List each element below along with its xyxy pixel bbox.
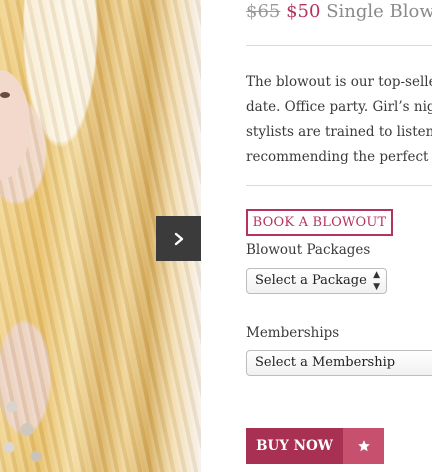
packages-label: Blowout Packages [246, 242, 371, 258]
memberships-label: Memberships [246, 325, 340, 341]
gallery-next-button[interactable] [156, 216, 201, 261]
description-line: The blowout is our top-seller [246, 74, 432, 90]
divider [246, 45, 432, 46]
package-select-value: Select a Package [255, 273, 367, 288]
description-line: stylists are trained to listen fi [246, 124, 432, 140]
old-price: $65 [246, 1, 281, 22]
membership-select-value: Select a Membership [255, 355, 396, 370]
book-blowout-button[interactable]: BOOK A BLOWOUT [246, 209, 393, 236]
wishlist-button[interactable] [343, 428, 384, 464]
product-description: The blowout is our top-seller date. Offi… [246, 70, 432, 170]
necklace [0, 380, 60, 470]
chevron-right-icon [174, 232, 183, 245]
sale-price: $50 [286, 1, 321, 22]
divider [246, 185, 432, 186]
buy-now-button[interactable]: BUY NOW [246, 428, 343, 464]
model-eye [0, 92, 10, 98]
product-name: Single Blowo [326, 1, 432, 22]
description-line: recommending the perfect st [246, 149, 432, 165]
description-line: date. Office party. Girl’s nigh [246, 99, 432, 115]
star-icon [357, 440, 370, 452]
product-title: $65 $50 Single Blowo [246, 0, 432, 24]
membership-select[interactable]: Select a Membership [246, 350, 432, 376]
product-details: $65 $50 Single Blowo The blowout is our … [246, 0, 432, 472]
updown-arrows-icon: ▲ ▼ [373, 270, 380, 292]
package-select[interactable]: Select a Package ▲ ▼ [246, 268, 387, 294]
